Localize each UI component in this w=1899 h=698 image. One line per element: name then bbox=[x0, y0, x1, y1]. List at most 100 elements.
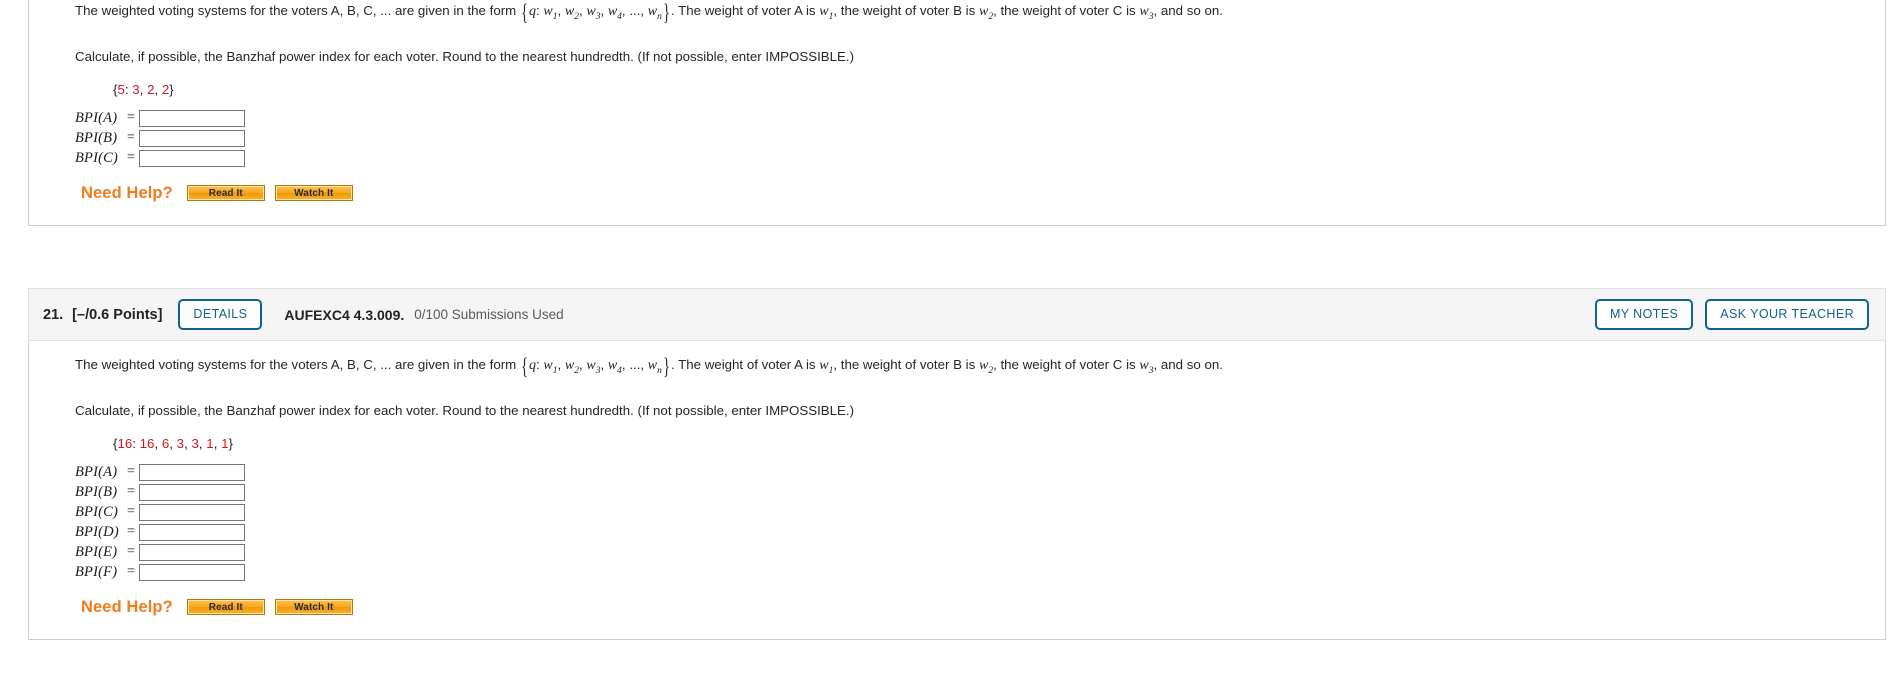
need-help-section-20: Need Help? Read It Watch It bbox=[81, 184, 1885, 203]
answer-row: BPI(B) = bbox=[75, 129, 1885, 148]
equals-sign: = bbox=[127, 524, 135, 540]
weight-value: 3 bbox=[191, 435, 199, 451]
question-number: 21. bbox=[43, 306, 64, 323]
answer-label-bpi-c: BPI(C) bbox=[75, 149, 119, 166]
wn: wn bbox=[647, 4, 662, 22]
question-header-left: 21. [–/0.6 Points] DETAILS AUFEXC4 4.3.0… bbox=[43, 299, 1595, 330]
need-help-label: Need Help? bbox=[81, 183, 173, 202]
equals-sign: = bbox=[127, 130, 135, 146]
problem-statement-20: The weighted voting systems for the vote… bbox=[75, 0, 1224, 25]
wn-subscript: n bbox=[657, 11, 662, 22]
answer-row: BPI(A) = bbox=[75, 463, 1885, 482]
weight-value: 1 bbox=[221, 435, 229, 451]
equals-sign: = bbox=[127, 504, 135, 520]
w2-subscript: 2 bbox=[574, 365, 579, 376]
tail-text-2: , the weight of voter B is bbox=[833, 3, 976, 18]
w3: w3 bbox=[586, 358, 601, 376]
answer-list-20: BPI(A) = BPI(B) = BPI(C) = bbox=[75, 109, 1885, 168]
details-button[interactable]: DETAILS bbox=[178, 299, 263, 330]
answer-label-bpi-f: BPI(F) bbox=[75, 563, 118, 580]
answer-row: BPI(F) = bbox=[75, 563, 1885, 582]
weight-value: 3 bbox=[176, 435, 185, 451]
read-it-button[interactable]: Read It bbox=[186, 185, 265, 202]
weights-close-brace: } bbox=[228, 435, 233, 451]
w4: w4 bbox=[607, 4, 622, 22]
tail-w2: w2 bbox=[978, 358, 994, 376]
answer-input-bpi-c[interactable] bbox=[139, 503, 245, 521]
weighted-system-21: {16: 16, 6, 3, 3, 1, 1} bbox=[113, 435, 233, 451]
colon-separator: : bbox=[535, 357, 540, 372]
question-card-21: 21. [–/0.6 Points] DETAILS AUFEXC4 4.3.0… bbox=[28, 288, 1886, 640]
answer-input-bpi-a[interactable] bbox=[139, 463, 245, 481]
question-body-21: The weighted voting systems for the vote… bbox=[28, 340, 1886, 640]
question-content-20: The weighted voting systems for the vote… bbox=[29, 0, 1885, 225]
tail-w3: w3 bbox=[1139, 358, 1154, 376]
wn-subscript: n bbox=[657, 365, 662, 376]
weights-quota: 5 bbox=[117, 81, 125, 97]
question-card-20: The weighted voting systems for the vote… bbox=[28, 0, 1886, 226]
ellipsis-text: ..., bbox=[629, 357, 645, 372]
w1: w1 bbox=[543, 4, 558, 22]
w2-subscript: 2 bbox=[574, 11, 579, 22]
quota-variable: q bbox=[528, 4, 536, 19]
equals-sign: = bbox=[127, 484, 135, 500]
need-help-section-21: Need Help? Read It Watch It bbox=[81, 598, 1885, 617]
answer-input-bpi-a[interactable] bbox=[139, 109, 245, 127]
answer-input-bpi-d[interactable] bbox=[139, 523, 245, 541]
colon-separator: : bbox=[535, 3, 540, 18]
equals-sign: = bbox=[127, 564, 135, 580]
weighted-system-20: {5: 3, 2, 2} bbox=[113, 81, 174, 97]
question-header-21: 21. [–/0.6 Points] DETAILS AUFEXC4 4.3.0… bbox=[28, 288, 1886, 340]
w1-subscript: 1 bbox=[552, 11, 558, 22]
answer-row: BPI(C) = bbox=[75, 503, 1885, 522]
instruction-text-21: Calculate, if possible, the Banzhaf powe… bbox=[75, 402, 855, 418]
tail-w2: w2 bbox=[978, 4, 994, 22]
answer-row: BPI(D) = bbox=[75, 523, 1885, 542]
answer-label-bpi-b: BPI(B) bbox=[75, 483, 118, 500]
tail-w1: w1 bbox=[819, 358, 834, 376]
question-code: AUFEXC4 4.3.009. bbox=[284, 306, 405, 323]
answer-label-bpi-c: BPI(C) bbox=[75, 503, 119, 520]
weight-value: 1 bbox=[206, 435, 214, 451]
answer-label-bpi-a: BPI(A) bbox=[75, 463, 118, 480]
answer-list-21: BPI(A) = BPI(B) = BPI(C) = BPI(D) = BPI(… bbox=[75, 463, 1885, 582]
answer-input-bpi-b[interactable] bbox=[139, 129, 245, 147]
answer-input-bpi-c[interactable] bbox=[139, 149, 245, 167]
weights-close-brace: } bbox=[169, 81, 174, 97]
answer-input-bpi-f[interactable] bbox=[139, 563, 245, 581]
answer-row: BPI(B) = bbox=[75, 483, 1885, 502]
w4: w4 bbox=[607, 358, 622, 376]
w3-subscript: 3 bbox=[595, 11, 601, 22]
ellipsis-text: ..., bbox=[629, 3, 645, 18]
answer-row: BPI(A) = bbox=[75, 109, 1885, 128]
tail-text-4: , and so on. bbox=[1153, 3, 1224, 18]
answer-label-bpi-a: BPI(A) bbox=[75, 109, 118, 126]
problem-lead-text: The weighted voting systems for the vote… bbox=[75, 3, 517, 18]
ask-your-teacher-button[interactable]: ASK YOUR TEACHER bbox=[1705, 299, 1869, 330]
w2: w2 bbox=[564, 4, 579, 22]
instruction-text-20: Calculate, if possible, the Banzhaf powe… bbox=[75, 48, 855, 64]
problem-lead-text: The weighted voting systems for the vote… bbox=[75, 357, 517, 372]
w2: w2 bbox=[564, 358, 579, 376]
tail-text-3: , the weight of voter C is bbox=[993, 357, 1136, 372]
answer-input-bpi-b[interactable] bbox=[139, 483, 245, 501]
watch-it-button[interactable]: Watch It bbox=[274, 599, 353, 616]
problem-statement-21: The weighted voting systems for the vote… bbox=[75, 354, 1223, 379]
tail-text-3: , the weight of voter C is bbox=[993, 3, 1136, 18]
w1: w1 bbox=[543, 358, 558, 376]
answer-label-bpi-e: BPI(E) bbox=[75, 543, 118, 560]
answer-input-bpi-e[interactable] bbox=[139, 543, 245, 561]
w1-subscript: 1 bbox=[552, 365, 558, 376]
tail-w1: w1 bbox=[819, 4, 834, 22]
tail-text-1: . The weight of voter A is bbox=[670, 357, 816, 372]
watch-it-button[interactable]: Watch It bbox=[274, 185, 353, 202]
tail-text-2: , the weight of voter B is bbox=[833, 357, 976, 372]
w4-subscript: 4 bbox=[617, 365, 622, 376]
answer-row: BPI(C) = bbox=[75, 149, 1885, 168]
answer-label-bpi-b: BPI(B) bbox=[75, 129, 118, 146]
question-content-21: The weighted voting systems for the vote… bbox=[29, 341, 1885, 639]
w3: w3 bbox=[586, 4, 601, 22]
my-notes-button[interactable]: MY NOTES bbox=[1594, 299, 1694, 330]
w4-subscript: 4 bbox=[617, 11, 622, 22]
read-it-button[interactable]: Read It bbox=[186, 599, 265, 616]
